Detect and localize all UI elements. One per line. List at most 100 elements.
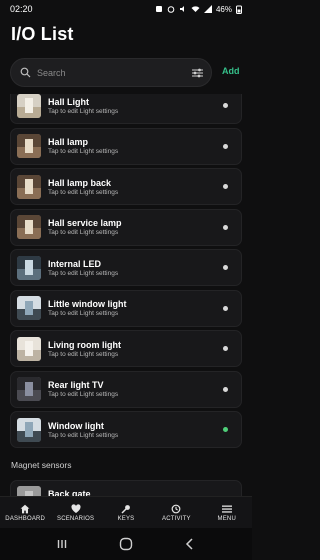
item-name: Hall service lamp — [48, 218, 122, 228]
mute-icon — [179, 6, 184, 12]
item-name: Window light — [48, 420, 104, 431]
nav-label: ACTIVITY — [162, 515, 191, 522]
device-list: Hall Light Tap to edit Light settings Hall… — [10, 94, 242, 496]
item-text: Back gateTap to edit Magnet settings — [48, 489, 126, 496]
list-item[interactable]: Little window light Tap to edit Light set… — [10, 289, 242, 327]
alarm-icon — [167, 6, 175, 13]
gate-thumbnail — [17, 486, 41, 496]
list-item[interactable]: Back gateTap to edit Magnet settings — [10, 479, 242, 496]
list-item[interactable]: Rear light TV Tap to edit Light settings — [10, 370, 242, 408]
status-indicator-dot — [223, 224, 228, 230]
clock: 02:20 — [10, 4, 33, 14]
lamp-thumbnail — [17, 174, 41, 199]
led-thumbnail — [17, 255, 41, 280]
item-subtitle: Tap to edit Light settings — [48, 350, 119, 358]
list-item[interactable]: Hall service lamp Tap to edit Light setti… — [10, 208, 242, 246]
recent-apps-icon — [57, 540, 67, 548]
item-subtitle: Tap to edit Light settings — [48, 269, 119, 277]
home-circle-icon — [119, 537, 133, 551]
item-name: Hall lamp — [48, 137, 89, 147]
nav-activity[interactable]: ACTIVITY — [151, 504, 201, 522]
item-subtitle: Tap to edit Light settings — [48, 188, 119, 196]
section-header-magnet-sensors: Magnet sensors — [11, 459, 72, 470]
status-indicator-dot — [223, 346, 228, 351]
item-name: Little window light — [48, 299, 127, 309]
item-name: Hall lamp back — [48, 177, 112, 188]
item-subtitle: Tap to edit Light settings — [48, 310, 119, 317]
window-light-thumbnail — [17, 296, 41, 320]
item-name: Rear light TV — [48, 380, 104, 390]
nav-keys[interactable]: KEYS — [101, 504, 151, 522]
search-input[interactable] — [37, 67, 191, 78]
list-item[interactable]: Living room light Tap to edit Light setti… — [10, 330, 242, 367]
window-light-thumbnail — [17, 417, 41, 442]
page-title: I/O List — [11, 24, 74, 44]
lamp-thumbnail — [17, 134, 41, 158]
search-icon — [19, 67, 31, 79]
status-indicator-dot — [223, 103, 228, 108]
item-name: Hall Light — [48, 96, 89, 107]
status-bar: 02:20 46% — [0, 0, 252, 18]
heart-icon — [71, 503, 81, 514]
item-text: Hall service lamp Tap to edit Light setti… — [48, 218, 122, 236]
item-subtitle: Tap to edit Light settings — [48, 107, 119, 115]
nav-dashboard[interactable]: DASHBOARD — [0, 504, 50, 522]
history-icon — [171, 504, 181, 514]
filter-icon[interactable] — [191, 67, 203, 79]
hamburger-menu-icon — [221, 504, 232, 514]
item-subtitle: Tap to edit Light settings — [48, 391, 119, 398]
battery-icon — [236, 5, 242, 14]
key-icon — [121, 504, 131, 514]
item-subtitle: Tap to edit Light settings — [48, 431, 119, 439]
search-bar[interactable] — [10, 58, 212, 87]
item-text: Window light Tap to edit Light settings — [48, 421, 118, 439]
item-name: Internal LED — [48, 258, 102, 269]
status-indicator-dot — [223, 265, 228, 270]
item-text: Internal LED Tap to edit Light settings — [48, 259, 118, 277]
item-text: Hall lamp back Tap to edit Light settings — [48, 178, 118, 196]
signal-icon — [203, 5, 212, 13]
item-name: Back gate — [48, 489, 91, 496]
item-text: Rear light TV Tap to edit Light settings — [48, 380, 118, 398]
item-text: Living room light Tap to edit Light setti… — [48, 340, 121, 358]
nav-label: KEYS — [117, 515, 135, 522]
ceiling-light-thumbnail — [17, 336, 41, 361]
status-indicator-dot — [223, 305, 228, 311]
status-indicator-dot — [223, 427, 228, 432]
status-icons: 46% — [155, 5, 242, 14]
nav-scenarios[interactable]: SCENARIOS — [51, 503, 101, 522]
wifi-icon — [191, 6, 200, 12]
list-item[interactable]: Hall lamp Tap to edit Light settings — [10, 127, 242, 165]
lamp-thumbnail — [17, 215, 41, 239]
item-subtitle: Tap to edit Light settings — [48, 229, 119, 236]
item-text: Hall lamp Tap to edit Light settings — [48, 137, 118, 155]
io-list[interactable]: Hall Light Tap to edit Light settings Hall… — [0, 94, 252, 496]
item-text: Hall Light Tap to edit Light settings — [48, 97, 118, 115]
list-item[interactable]: Internal LED Tap to edit Light settings — [10, 249, 242, 286]
status-indicator-dot — [223, 184, 228, 189]
nav-label: SCENARIOS — [57, 515, 95, 522]
item-name: Living room light — [48, 339, 121, 350]
add-button[interactable]: Add — [222, 66, 240, 76]
recent-apps-button[interactable] — [50, 534, 74, 554]
system-nav-bar — [0, 528, 252, 560]
notification-icon — [155, 6, 162, 12]
item-subtitle: Tap to edit Light settings — [48, 148, 119, 155]
list-item[interactable]: Hall lamp back Tap to edit Light settings — [10, 168, 242, 205]
bottom-nav: DASHBOARD SCENARIOS KEYS ACTIVITY MENU — [0, 496, 252, 528]
nav-menu[interactable]: MENU — [202, 504, 252, 522]
home-button[interactable] — [114, 534, 138, 554]
home-icon — [20, 504, 30, 514]
list-item[interactable]: Hall Light Tap to edit Light settings — [10, 94, 242, 124]
back-button[interactable] — [178, 534, 202, 554]
light-thumbnail — [17, 94, 41, 118]
battery-text: 46% — [215, 4, 232, 14]
back-chevron-icon — [185, 538, 193, 550]
item-text: Little window light Tap to edit Light set… — [48, 299, 127, 317]
status-indicator-dot — [223, 386, 228, 392]
nav-label: MENU — [217, 515, 236, 522]
nav-label: DASHBOARD — [5, 515, 46, 522]
tv-light-thumbnail — [17, 377, 41, 401]
list-item[interactable]: Window light Tap to edit Light settings — [10, 411, 242, 448]
status-indicator-dot — [223, 143, 228, 149]
